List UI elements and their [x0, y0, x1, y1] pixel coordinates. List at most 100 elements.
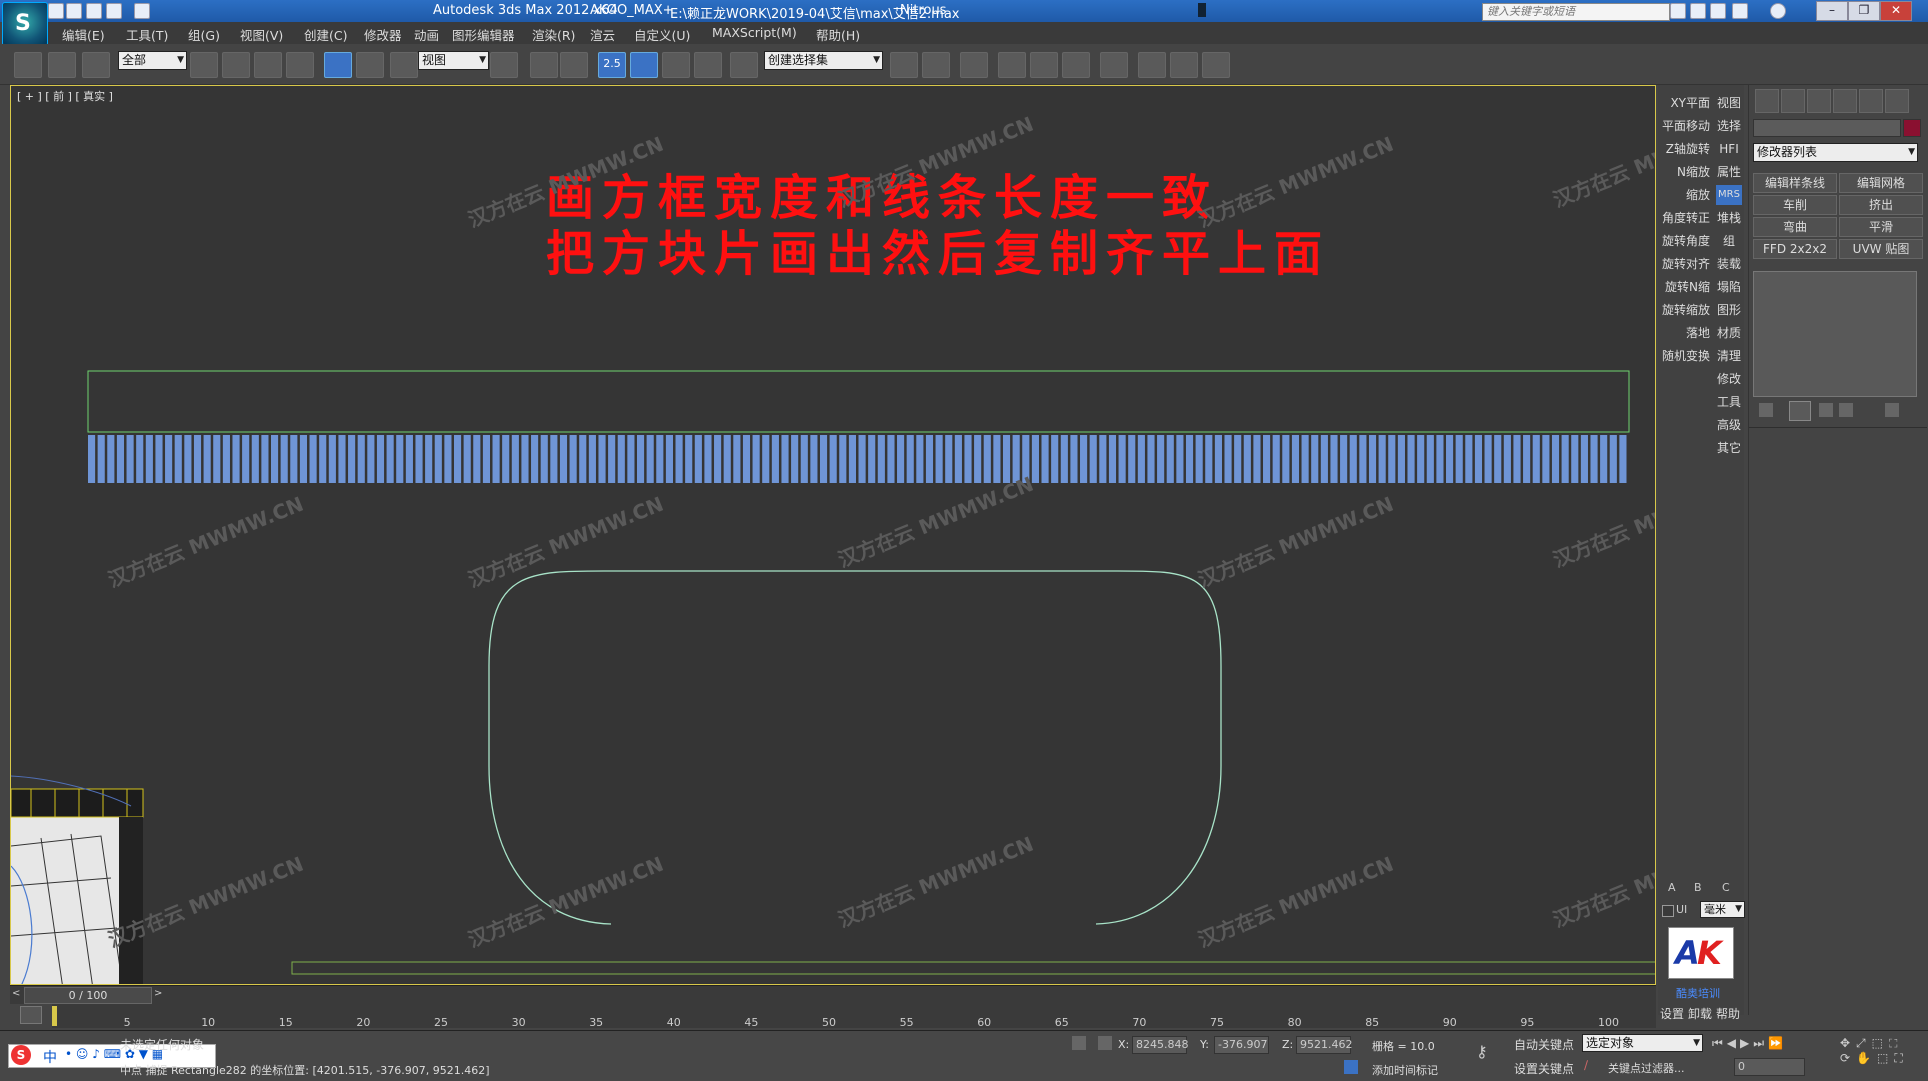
slat[interactable] — [1436, 435, 1444, 483]
menu-animation[interactable]: 动画 — [414, 25, 439, 44]
ground-line[interactable] — [291, 961, 1655, 975]
slat[interactable] — [213, 435, 221, 483]
remove-modifier-icon[interactable] — [1839, 403, 1853, 417]
favorite-star-icon[interactable] — [1732, 3, 1748, 19]
ime-mode-indicator[interactable]: 中 — [43, 1047, 57, 1067]
slat[interactable] — [636, 435, 645, 483]
slat[interactable] — [1590, 435, 1598, 483]
slat[interactable] — [116, 435, 125, 483]
render-setup-icon[interactable] — [1138, 52, 1166, 78]
slat[interactable] — [126, 435, 134, 483]
slat[interactable] — [531, 435, 539, 483]
edit-mesh-button[interactable]: 编辑网格 — [1839, 173, 1923, 193]
close-button[interactable]: ✕ — [1880, 1, 1912, 21]
viewport-navigation-controls[interactable]: ✥⤢⬚⛶ ⟳✋⬚⛶ — [1840, 1036, 1926, 1076]
slat[interactable] — [511, 435, 519, 483]
slat[interactable] — [396, 435, 404, 483]
motion-tab-icon[interactable] — [1833, 89, 1857, 113]
open-file-icon[interactable] — [66, 3, 82, 19]
rectangle-selection-icon[interactable] — [254, 52, 282, 78]
slat[interactable] — [714, 435, 722, 483]
create-tab-icon[interactable] — [1755, 89, 1779, 113]
object-color-swatch[interactable] — [1903, 119, 1921, 137]
slat[interactable] — [1320, 435, 1328, 483]
modifier-stack-list[interactable] — [1753, 271, 1917, 397]
slat[interactable] — [1388, 435, 1396, 483]
slat[interactable] — [1503, 435, 1511, 483]
scale-icon[interactable] — [390, 52, 418, 78]
slat[interactable] — [145, 435, 153, 483]
tools-icon[interactable] — [1690, 3, 1706, 19]
slat[interactable] — [1609, 435, 1617, 483]
slat[interactable] — [810, 435, 818, 483]
slat[interactable] — [1513, 435, 1521, 483]
slat[interactable] — [1301, 435, 1309, 483]
slat[interactable] — [155, 435, 163, 483]
slat[interactable] — [868, 435, 876, 483]
plugin-left-button[interactable]: 旋转缩放 — [1658, 300, 1710, 320]
edit-spline-button[interactable]: 编辑样条线 — [1753, 173, 1837, 193]
plugin-right-button[interactable]: 属性 — [1716, 162, 1742, 182]
plugin-left-button[interactable]: XY平面 — [1658, 93, 1710, 113]
plugin-right-button[interactable]: 其它 — [1716, 438, 1742, 458]
slat[interactable] — [338, 435, 346, 483]
slat[interactable] — [280, 435, 288, 483]
plugin-left-button[interactable]: N缩放 — [1658, 162, 1710, 182]
key-curve-icon[interactable]: ∕ — [1584, 1058, 1600, 1074]
slat[interactable] — [1089, 435, 1097, 483]
slat[interactable] — [916, 435, 924, 483]
slat[interactable] — [791, 435, 799, 483]
add-time-tag-button[interactable]: 添加时间标记 — [1372, 1062, 1438, 1078]
plugin-left-button[interactable]: 缩放 — [1658, 185, 1710, 205]
plugin-left-button[interactable]: 旋转N缩 — [1658, 277, 1710, 297]
key-mode-dropdown[interactable]: 选定对象 — [1582, 1034, 1703, 1052]
slat[interactable] — [588, 435, 596, 483]
slat[interactable] — [723, 435, 731, 483]
slat[interactable] — [829, 435, 837, 483]
slat[interactable] — [742, 435, 751, 483]
plugin-right-button[interactable]: 材质 — [1716, 323, 1742, 343]
plugin-right-button[interactable]: 清理 — [1716, 346, 1742, 366]
show-end-result-icon[interactable] — [1789, 401, 1811, 421]
slat[interactable] — [502, 435, 510, 483]
slat[interactable] — [203, 435, 211, 483]
slat[interactable] — [434, 435, 442, 483]
plugin-right-button[interactable]: 高级 — [1716, 415, 1742, 435]
extrude-button[interactable]: 挤出 — [1839, 195, 1923, 215]
slat[interactable] — [1128, 435, 1136, 483]
slat[interactable] — [1484, 435, 1492, 483]
rendered-frame-window-icon[interactable] — [1170, 52, 1198, 78]
slat-array[interactable] — [88, 435, 1627, 483]
slat[interactable] — [1523, 435, 1531, 483]
slat[interactable] — [1494, 435, 1502, 483]
slat[interactable] — [839, 435, 847, 483]
slat[interactable] — [309, 435, 317, 483]
bend-button[interactable]: 弯曲 — [1753, 217, 1837, 237]
slat[interactable] — [1051, 435, 1059, 483]
smooth-button[interactable]: 平滑 — [1839, 217, 1923, 237]
slat[interactable] — [771, 435, 779, 483]
tab-a[interactable]: A — [1668, 881, 1676, 894]
slat[interactable] — [1455, 435, 1463, 483]
slat[interactable] — [1195, 435, 1203, 483]
menu-create[interactable]: 创建(C) — [304, 25, 347, 44]
slat[interactable] — [299, 435, 308, 483]
help-button[interactable]: 帮助 — [1716, 1005, 1740, 1022]
time-tag-icon[interactable] — [1344, 1060, 1358, 1074]
bind-space-warp-icon[interactable] — [82, 52, 110, 78]
plugin-right-button[interactable]: 视图 — [1716, 93, 1742, 113]
search-input[interactable]: 键入关键字或短语 — [1482, 3, 1670, 21]
slat[interactable] — [550, 435, 558, 483]
plugin-right-button[interactable]: MRS — [1716, 185, 1742, 205]
slat[interactable] — [579, 435, 587, 483]
slat[interactable] — [1571, 435, 1579, 483]
menu-views[interactable]: 视图(V) — [240, 25, 283, 44]
slat[interactable] — [453, 435, 462, 483]
slat[interactable] — [1291, 435, 1300, 483]
slat[interactable] — [232, 435, 240, 483]
slat[interactable] — [694, 435, 702, 483]
plugin-left-button[interactable]: 落地 — [1658, 323, 1710, 343]
unlink-icon[interactable] — [48, 52, 76, 78]
slat[interactable] — [1253, 435, 1261, 483]
slat[interactable] — [925, 435, 934, 483]
